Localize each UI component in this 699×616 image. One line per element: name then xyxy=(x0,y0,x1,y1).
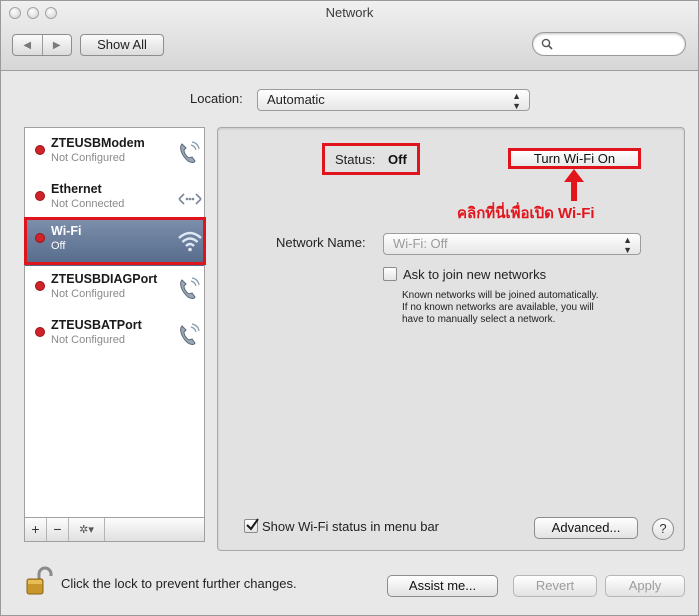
lock-icon[interactable] xyxy=(25,566,53,596)
phone-icon xyxy=(180,277,200,299)
window-title: Network xyxy=(325,5,374,20)
service-item-ztеusbmodem[interactable]: ZTEUSBModem Not Configured xyxy=(25,132,204,178)
back-forward-group: ◀ ▶ xyxy=(12,34,72,56)
show-wifi-status-label: Show Wi-Fi status in menu bar xyxy=(262,519,440,534)
checkmark-icon xyxy=(246,518,259,531)
advanced-button[interactable]: Advanced... xyxy=(534,517,638,539)
search-icon xyxy=(541,38,553,50)
show-wifi-status-checkbox[interactable] xyxy=(244,518,259,533)
network-name-popup[interactable]: Wi-Fi: Off ▲ ▼ xyxy=(383,233,641,255)
help-button[interactable]: ? xyxy=(652,518,674,540)
phone-icon xyxy=(180,141,200,163)
help-line: Known networks will be joined automatica… xyxy=(402,290,599,301)
help-line: have to manually select a network. xyxy=(402,314,556,325)
service-status: Not Configured xyxy=(51,288,125,300)
remove-service-button[interactable]: − xyxy=(47,518,69,541)
status-value: Off xyxy=(388,152,407,167)
gear-menu-icon[interactable]: ✲▾ xyxy=(69,518,105,541)
location-label: Location: xyxy=(190,91,243,106)
help-line: If no known networks are available, you … xyxy=(402,302,594,313)
service-status: Not Connected xyxy=(51,198,125,210)
status-highlight-frame: Status: Off xyxy=(322,143,420,175)
ask-join-label: Ask to join new networks xyxy=(403,267,547,282)
annotation-text: คลิกที่นี่เพื่อเปิด Wi-Fi xyxy=(457,205,595,222)
forward-button[interactable]: ▶ xyxy=(41,35,72,55)
network-preferences-window: Network ◀ ▶ Show All Location: Automatic… xyxy=(0,0,699,616)
service-name: Ethernet xyxy=(51,182,102,196)
search-input[interactable] xyxy=(532,32,686,56)
network-name-label: Network Name: xyxy=(276,235,366,250)
service-status: Not Configured xyxy=(51,152,125,164)
ethernet-icon xyxy=(178,193,202,205)
location-popup[interactable]: Automatic ▲ ▼ xyxy=(257,89,530,111)
location-value: Automatic xyxy=(267,92,325,107)
wifi-highlight-frame xyxy=(24,217,206,265)
popup-arrows-icon: ▲ ▼ xyxy=(623,235,632,255)
wifi-detail-panel xyxy=(217,127,685,551)
ask-join-checkbox[interactable] xyxy=(383,267,397,281)
apply-button[interactable]: Apply xyxy=(605,575,685,597)
back-button[interactable]: ◀ xyxy=(13,35,42,55)
show-all-button[interactable]: Show All xyxy=(80,34,164,56)
status-dot-icon xyxy=(36,282,44,290)
network-name-value: Wi-Fi: Off xyxy=(393,236,448,251)
service-name: ZTEUSBDIAGPort xyxy=(51,272,158,286)
lock-message: Click the lock to prevent further change… xyxy=(61,576,297,591)
turn-wifi-on-button[interactable]: Turn Wi-Fi On xyxy=(508,148,641,169)
ask-join-help-text: Known networks will be joined automatica… xyxy=(402,290,652,326)
status-dot-icon xyxy=(36,192,44,200)
service-name: ZTEUSBATPort xyxy=(51,318,142,332)
service-list: ZTEUSBModem Not Configured Ethernet Not … xyxy=(24,127,205,518)
service-item-ztеusbatport[interactable]: ZTEUSBATPort Not Configured xyxy=(25,314,204,360)
service-item-ztеusbdiagport[interactable]: ZTEUSBDIAGPort Not Configured xyxy=(25,268,204,314)
service-list-toolbar: + − ✲▾ xyxy=(24,518,205,542)
title-bar: Network ◀ ▶ Show All xyxy=(1,1,698,71)
status-dot-icon xyxy=(36,328,44,336)
assist-me-button[interactable]: Assist me... xyxy=(387,575,498,597)
status-label: Status: xyxy=(335,152,376,167)
add-service-button[interactable]: + xyxy=(25,518,47,541)
annotation-arrow-icon xyxy=(564,169,584,201)
popup-arrows-icon: ▲ ▼ xyxy=(512,91,521,111)
phone-icon xyxy=(180,323,200,345)
service-status: Not Configured xyxy=(51,334,125,346)
status-dot-icon xyxy=(36,146,44,154)
service-name: ZTEUSBModem xyxy=(51,136,145,150)
revert-button[interactable]: Revert xyxy=(513,575,597,597)
